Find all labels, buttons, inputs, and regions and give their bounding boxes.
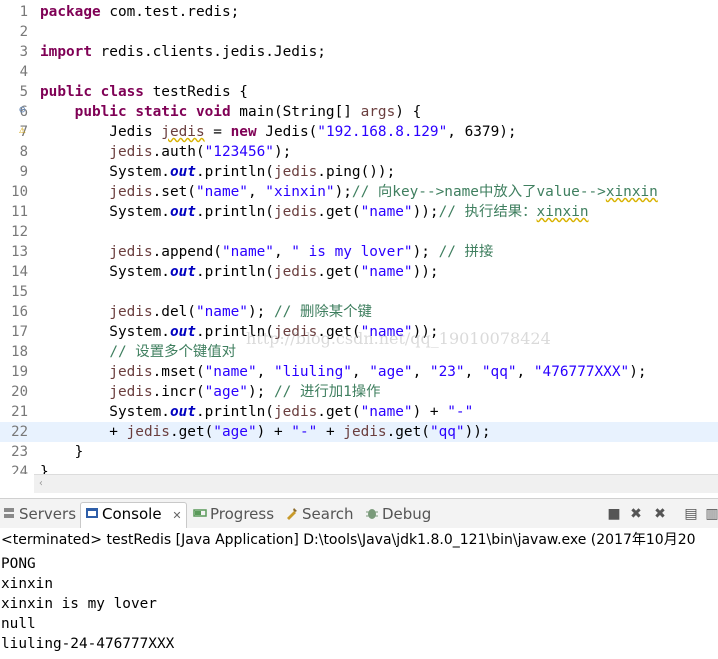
code-text: Jedis jedis = new Jedis("192.168.8.129",… [40, 124, 517, 140]
code-line[interactable]: 14 System.out.println(jedis.get("name"))… [0, 262, 718, 282]
code-line[interactable]: 6 public static void main(String[] args)… [0, 102, 718, 122]
tab-debug-label: Debug [382, 505, 432, 523]
line-number: 11 [11, 204, 28, 220]
line-number: 8 [19, 144, 28, 160]
progress-icon [193, 509, 207, 517]
code-line[interactable]: 11 System.out.println(jedis.get("name"))… [0, 202, 718, 222]
console-output-line: liuling-24-476777XXX [1, 636, 175, 652]
code-line[interactable]: 7 Jedis jedis = new Jedis("192.168.8.129… [0, 122, 718, 142]
remove-launch-icon[interactable]: ✖ [628, 506, 644, 522]
code-line[interactable]: 16 jedis.del("name"); // 删除某个键 [0, 302, 718, 322]
code-line[interactable]: 21 System.out.println(jedis.get("name") … [0, 402, 718, 422]
console-output-line: PONG [1, 556, 36, 572]
line-number: 4 [19, 64, 28, 80]
terminate-icon[interactable]: ■ [606, 506, 622, 522]
line-number: 2 [19, 24, 28, 40]
line-number: 15 [11, 284, 28, 300]
line-number: 16 [11, 304, 28, 320]
line-number: 18 [11, 344, 28, 360]
tab-progress-label: Progress [210, 505, 275, 523]
code-text: jedis.append("name", " is my lover"); //… [109, 244, 494, 260]
code-text: System.out.println(jedis.get("name"));//… [40, 204, 589, 220]
tab-search[interactable]: Search [285, 503, 354, 525]
line-number: 19 [11, 364, 28, 380]
debug-icon [366, 509, 378, 519]
code-line[interactable]: 8 jedis.auth("123456"); [0, 142, 718, 162]
line-number: 21 [11, 404, 28, 420]
line-number: 10 [11, 184, 28, 200]
tab-console-label: Console [102, 505, 162, 523]
code-text: import redis.clients.jedis.Jedis; [40, 44, 326, 60]
line-number: 9 [19, 164, 28, 180]
console-output-line: null [1, 616, 36, 632]
code-line[interactable]: 15 [0, 282, 718, 302]
code-text: } [40, 444, 84, 460]
warning-icon: ⚠ [19, 123, 26, 136]
console-output-line: xinxin [1, 576, 53, 592]
code-line[interactable]: 12 [0, 222, 718, 242]
code-line[interactable]: 9 System.out.println(jedis.ping()); [0, 162, 718, 182]
code-line[interactable]: 23 } [0, 442, 718, 462]
watermark: http://blog.csdn.net/qq_19010078424 [246, 329, 551, 348]
horizontal-scrollbar[interactable]: ‹ [34, 474, 718, 493]
servers-icon [4, 508, 14, 518]
code-text: // 设置多个键值对 [109, 344, 237, 360]
code-line[interactable]: 19 jedis.mset("name", "liuling", "age", … [0, 362, 718, 382]
tab-debug[interactable]: Debug [365, 503, 431, 525]
line-number: 1 [19, 4, 28, 20]
code-editor[interactable]: 1 package com.test.redis; 2 3 import redis.c… [0, 0, 718, 474]
line-number: 3 [19, 44, 28, 60]
code-text: System.out.println(jedis.ping()); [40, 164, 396, 180]
fold-collapse-icon[interactable]: ⊖ [19, 100, 26, 120]
console-icon [86, 508, 98, 518]
close-icon[interactable]: ✕ [172, 509, 181, 522]
code-text: jedis.mset("name", "liuling", "age", "23… [109, 364, 647, 380]
code-line[interactable]: 20 jedis.incr("age"); // 进行加1操作 [0, 382, 718, 402]
line-number: 5 [19, 84, 28, 100]
scroll-lock-icon[interactable]: ▥ [704, 506, 718, 522]
scroll-left-icon[interactable]: ‹ [38, 479, 48, 489]
console-status-line: <terminated> testRedis [Java Application… [1, 532, 696, 548]
code-text: System.out.println(jedis.get("name")); [40, 264, 439, 280]
code-text: System.out.println(jedis.get("name") + "… [40, 404, 474, 420]
line-number: 12 [11, 224, 28, 240]
console-output[interactable]: <terminated> testRedis [Java Application… [0, 528, 718, 659]
code-text: jedis.incr("age"); // 进行加1操作 [109, 384, 381, 400]
code-text: } [40, 464, 49, 474]
code-line[interactable]: 22 + jedis.get("age") + "-" + jedis.get(… [0, 422, 718, 442]
code-line[interactable]: 10 jedis.set("name", "xinxin");// 向key--… [0, 182, 718, 202]
remove-all-terminated-icon[interactable]: ✖ [652, 506, 668, 522]
line-number: 22 [11, 424, 28, 440]
code-text: public class testRedis { [40, 84, 248, 100]
tab-progress[interactable]: Progress [193, 503, 274, 525]
line-number: 17 [11, 324, 28, 340]
code-line[interactable]: 1 package com.test.redis; [0, 2, 718, 22]
views-tab-bar: Servers Console ✕ Progress Search Debug … [0, 498, 718, 530]
code-text: package com.test.redis; [40, 4, 240, 20]
code-text: jedis.set("name", "xinxin");// 向key-->na… [109, 184, 658, 200]
line-number: 13 [11, 244, 28, 260]
line-number: 23 [11, 444, 28, 460]
code-line[interactable]: 13 jedis.append("name", " is my lover");… [0, 242, 718, 262]
console-output-line: xinxin is my lover [1, 596, 157, 612]
tab-servers-label: Servers [19, 505, 77, 523]
tab-search-label: Search [302, 505, 354, 523]
search-icon [287, 508, 297, 520]
code-line[interactable]: 24} [0, 462, 718, 474]
code-line[interactable]: 4 [0, 62, 718, 82]
code-text: public static void main(String[] args) { [74, 104, 422, 120]
line-number: 14 [11, 264, 28, 280]
code-line[interactable]: 3 import redis.clients.jedis.Jedis; [0, 42, 718, 62]
code-text: + jedis.get("age") + "-" + jedis.get("qq… [40, 424, 491, 440]
line-number: 24 [11, 464, 28, 474]
line-number: 20 [11, 384, 28, 400]
code-text: jedis.auth("123456"); [109, 144, 292, 160]
tab-servers[interactable]: Servers [2, 503, 76, 525]
code-line[interactable]: 5 public class testRedis { [0, 82, 718, 102]
tab-console[interactable]: Console ✕ [80, 502, 187, 528]
code-line[interactable]: 2 [0, 22, 718, 42]
code-text: jedis.del("name"); // 删除某个键 [109, 304, 372, 320]
clear-console-icon[interactable]: ▤ [683, 506, 699, 522]
